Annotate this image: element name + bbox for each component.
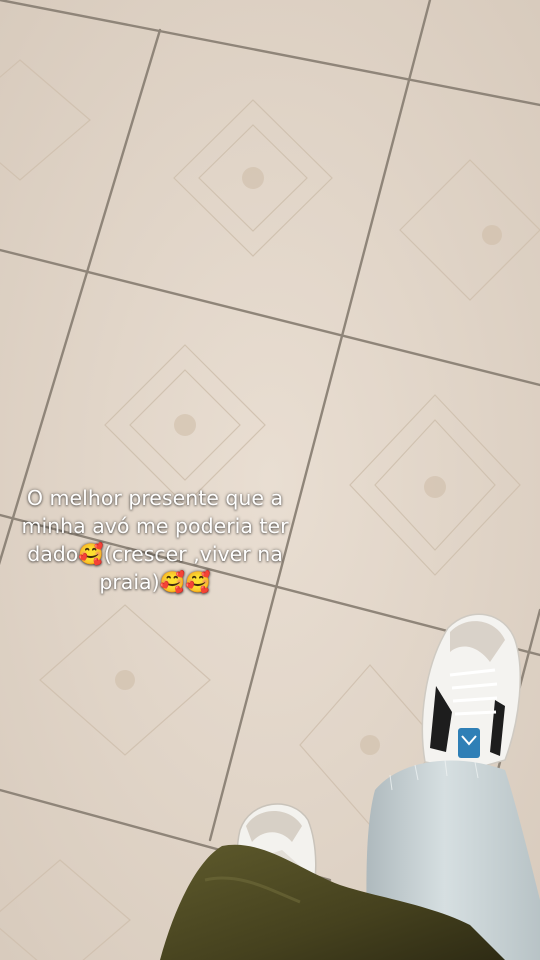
- photo-scene: [0, 0, 540, 960]
- caption-line: minha avó me poderia ter: [21, 514, 289, 538]
- caption-line: dado🥰(crescer ,viver na: [27, 542, 283, 566]
- caption-line: O melhor presente que a: [26, 486, 284, 510]
- caption-overlay: O melhor presente que a minha avó me pod…: [0, 484, 310, 596]
- caption-line: praia)🥰🥰: [99, 570, 211, 594]
